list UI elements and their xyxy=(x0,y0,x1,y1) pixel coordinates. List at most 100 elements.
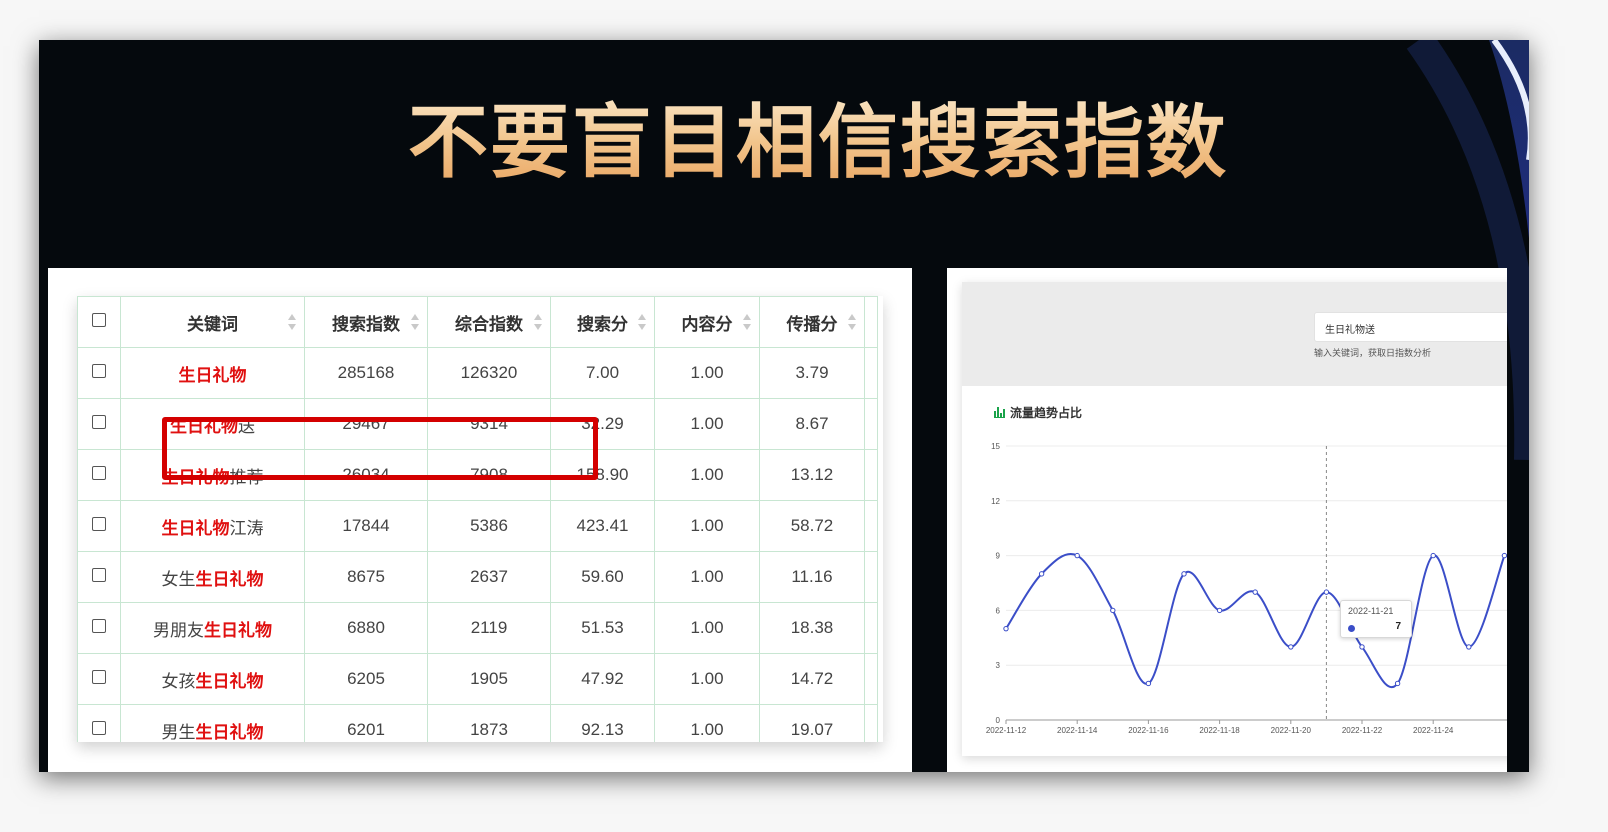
data-point xyxy=(1074,552,1080,559)
keyword-cell: 生日礼物江涛 xyxy=(120,500,305,552)
row-checkbox[interactable] xyxy=(92,517,106,531)
data-point xyxy=(1145,680,1152,687)
table-row: 男生生日礼物 6201 1873 92.13 1.00 19.07 xyxy=(77,704,878,742)
keyword-highlight: 生日礼物 xyxy=(195,671,264,691)
sort-icon[interactable] xyxy=(638,313,646,331)
composite-index-cell: 2119 xyxy=(427,602,551,654)
row-checkbox[interactable] xyxy=(92,619,106,633)
table-row: 生日礼物 285168 126320 7.00 1.00 3.79 xyxy=(77,347,878,399)
x-tick-label: 2022-11-18 xyxy=(1199,726,1240,735)
overflow-cell xyxy=(864,500,878,552)
trend-chart-card: 生日礼物送 输入关键词，获取日指数分析 流量趋势占比 0 3 6 9 12 15 2022-… xyxy=(947,268,1507,772)
row-select-cell xyxy=(77,449,121,501)
keyword-suffix: 推荐 xyxy=(229,467,264,487)
search-score-cell: 423.41 xyxy=(550,500,655,552)
keyword-cell: 生日礼物 xyxy=(120,347,305,399)
data-point xyxy=(1216,607,1223,614)
column-header-composite-index[interactable]: 综合指数 xyxy=(427,296,551,348)
table-row: 生日礼物推荐 26034 7908 158.90 1.00 13.12 xyxy=(77,449,878,501)
y-tick-label: 15 xyxy=(991,442,1000,451)
search-index-cell: 6880 xyxy=(304,602,428,654)
row-checkbox[interactable] xyxy=(92,466,106,480)
x-tick-label: 2022-11-24 xyxy=(1413,726,1454,735)
x-tick-label: 2022-11-12 xyxy=(986,726,1027,735)
overflow-cell xyxy=(864,347,878,399)
keyword-highlight: 生日礼物 xyxy=(204,620,272,640)
search-score-cell: 47.92 xyxy=(550,653,655,705)
keyword-highlight: 生日礼物 xyxy=(178,365,247,385)
spread-score-cell: 3.79 xyxy=(759,347,865,399)
sort-icon[interactable] xyxy=(848,313,856,331)
spread-score-cell: 13.12 xyxy=(759,449,865,501)
keyword-highlight: 生日礼物 xyxy=(195,569,264,589)
keyword-prefix: 男生 xyxy=(161,722,196,742)
data-point xyxy=(1430,552,1436,559)
spread-score-cell: 11.16 xyxy=(759,551,865,603)
keyword-cell: 女生生日礼物 xyxy=(120,551,305,603)
x-tick-label: 2022-11-20 xyxy=(1271,726,1312,735)
content-score-cell: 1.00 xyxy=(654,398,760,450)
trend-panel: 生日礼物送 输入关键词，获取日指数分析 流量趋势占比 0 3 6 9 12 15 2022-… xyxy=(962,282,1507,756)
composite-index-cell: 7908 xyxy=(427,449,551,501)
column-header-search-score[interactable]: 搜索分 xyxy=(550,296,655,348)
keyword-cell: 男生生日礼物 xyxy=(120,704,305,742)
row-checkbox[interactable] xyxy=(92,364,106,378)
search-index-cell: 29467 xyxy=(304,398,428,450)
composite-index-cell: 1873 xyxy=(427,704,551,742)
overflow-cell xyxy=(864,602,878,654)
row-select-cell xyxy=(77,602,121,654)
y-tick-label: 0 xyxy=(996,716,1001,725)
data-point xyxy=(1181,571,1187,577)
overflow-cell xyxy=(864,704,878,742)
row-select-cell xyxy=(77,347,121,399)
row-select-cell xyxy=(77,398,121,450)
overflow-cell xyxy=(864,398,878,450)
data-point xyxy=(1110,607,1116,614)
overflow-cell xyxy=(864,449,878,501)
keyword-suffix: 送 xyxy=(238,416,255,436)
keyword-prefix: 男朋友 xyxy=(153,620,204,640)
keyword-cell: 女孩生日礼物 xyxy=(120,653,305,705)
content-score-cell: 1.00 xyxy=(654,653,760,705)
y-tick-label: 12 xyxy=(991,497,1000,506)
content-score-cell: 1.00 xyxy=(654,602,760,654)
data-point xyxy=(1288,644,1294,650)
search-score-cell: 59.60 xyxy=(550,551,655,603)
row-select-cell xyxy=(77,551,121,603)
sort-icon[interactable] xyxy=(411,313,419,331)
column-header-search-index[interactable]: 搜索指数 xyxy=(304,296,428,348)
content-score-cell: 1.00 xyxy=(654,347,760,399)
keyword-cell: 生日礼物送 xyxy=(120,398,305,450)
table-header-row: 关键词 搜索指数 综合指数 搜索分 内容分 传播分 xyxy=(77,296,878,348)
tooltip-value: 7 xyxy=(1395,621,1401,632)
search-score-cell: 51.53 xyxy=(550,602,655,654)
table-row: 生日礼物江涛 17844 5386 423.41 1.00 58.72 xyxy=(77,500,878,552)
row-checkbox[interactable] xyxy=(92,415,106,429)
row-select-cell xyxy=(77,704,121,742)
search-index-cell: 6201 xyxy=(304,704,428,742)
data-point xyxy=(1501,552,1507,559)
keyword-prefix: 女生 xyxy=(161,569,196,589)
x-tick-label: 2022-11-14 xyxy=(1057,726,1098,735)
sort-icon[interactable] xyxy=(743,313,751,331)
column-header-keyword[interactable]: 关键词 xyxy=(120,296,305,348)
search-index-cell: 8675 xyxy=(304,551,428,603)
composite-index-cell: 9314 xyxy=(427,398,551,450)
x-tick-label: 2022-11-16 xyxy=(1128,726,1169,735)
row-checkbox[interactable] xyxy=(92,721,106,735)
row-checkbox[interactable] xyxy=(92,568,106,582)
data-point xyxy=(1359,644,1365,650)
select-all-checkbox[interactable] xyxy=(92,313,106,327)
sort-icon[interactable] xyxy=(288,313,296,331)
column-header-spread-score[interactable]: 传播分 xyxy=(759,296,865,348)
table-row: 生日礼物送 29467 9314 32.29 1.00 8.67 xyxy=(77,398,878,450)
row-checkbox[interactable] xyxy=(92,670,106,684)
search-index-cell: 285168 xyxy=(304,347,428,399)
keyword-cell: 男朋友生日礼物 xyxy=(120,602,305,654)
column-header-content-score[interactable]: 内容分 xyxy=(654,296,760,348)
data-point xyxy=(1394,680,1401,687)
sort-icon[interactable] xyxy=(534,313,542,331)
data-point xyxy=(1466,644,1472,650)
tooltip-date: 2022-11-21 xyxy=(1348,606,1394,616)
keyword-table-viewport: 关键词 搜索指数 综合指数 搜索分 内容分 传播分 生日礼物 285168 1263… xyxy=(77,296,883,742)
